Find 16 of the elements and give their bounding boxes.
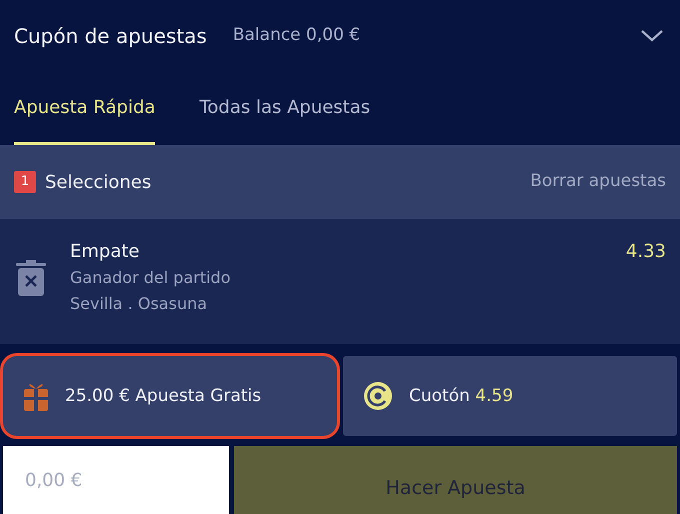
market-name: Ganador del partido <box>70 267 230 289</box>
gauge-icon <box>363 381 393 411</box>
pick-name: Empate <box>70 240 140 264</box>
free-bet-button[interactable]: 25.00 € Apuesta Gratis <box>3 356 337 436</box>
selections-label: Selecciones <box>45 170 152 194</box>
boost-button[interactable]: Cuotón 4.59 <box>343 356 677 436</box>
count-badge: 1 <box>14 171 36 193</box>
tab[interactable]: Todas las Apuestas <box>199 72 370 145</box>
delete-icon[interactable] <box>14 259 48 297</box>
stake-input[interactable]: 0,00 € <box>3 446 229 514</box>
event-name: Sevilla . Osasuna <box>70 293 208 315</box>
clear-bets-link[interactable]: Borrar apuestas <box>530 169 666 195</box>
odds-value: 4.33 <box>626 240 666 264</box>
chevron-icon[interactable] <box>640 29 664 43</box>
slip-title: Cupón de apuestas <box>14 23 207 50</box>
balance-text: Balance 0,00 € <box>232 24 360 48</box>
